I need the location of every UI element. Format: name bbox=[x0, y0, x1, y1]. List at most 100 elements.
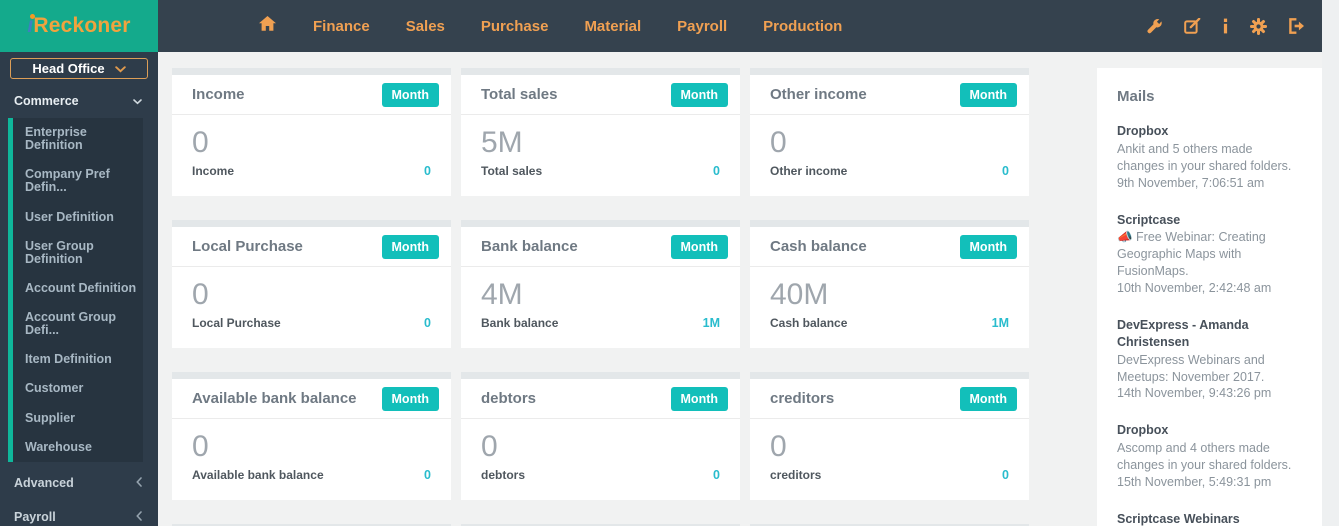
mail-list-item[interactable]: DevExpress - Amanda Christensen DevExpre… bbox=[1117, 317, 1302, 402]
brand-name: Reckoner bbox=[33, 14, 131, 37]
mail-body: Ascomp and 4 others made changes in your… bbox=[1117, 441, 1292, 472]
chevron-down-icon bbox=[114, 61, 126, 76]
nav-item-production[interactable]: Production bbox=[763, 18, 842, 35]
nav-item-material[interactable]: Material bbox=[584, 18, 641, 35]
info-icon[interactable] bbox=[1222, 18, 1229, 34]
card-label: Other income bbox=[770, 163, 848, 178]
card-title: Other income bbox=[770, 86, 867, 103]
sidebar-section-payroll[interactable]: Payroll bbox=[0, 500, 158, 526]
sidebar-item-warehouse[interactable]: Warehouse bbox=[13, 433, 143, 462]
sidebar-item-user-definition[interactable]: User Definition bbox=[13, 203, 143, 232]
main-content: Income Month 0 Income 0 Total sales Mont… bbox=[158, 52, 1339, 526]
month-button[interactable]: Month bbox=[381, 386, 439, 411]
scrollbar-track[interactable] bbox=[1322, 0, 1339, 526]
kpi-card-local-purchase: Local Purchase Month 0 Local Purchase 0 bbox=[172, 220, 451, 348]
gear-icon[interactable] bbox=[1250, 17, 1267, 35]
mail-date: 14th November, 9:43:26 pm bbox=[1117, 386, 1272, 401]
mail-list-item[interactable]: Dropbox Ankit and 5 others made changes … bbox=[1117, 123, 1302, 192]
top-bar: i Reckoner Finance Sales Purchase Materia… bbox=[0, 0, 1339, 52]
sidebar-section-label: Payroll bbox=[14, 509, 56, 524]
office-selector-label: Head Office bbox=[32, 61, 105, 76]
month-button[interactable]: Month bbox=[381, 82, 439, 107]
mail-sender: Dropbox bbox=[1117, 124, 1169, 138]
mail-sender: DevExpress - Amanda Christensen bbox=[1117, 317, 1249, 349]
card-sub-value-link[interactable]: 1M bbox=[992, 316, 1009, 330]
nav-item-finance[interactable]: Finance bbox=[313, 18, 370, 35]
kpi-card-cash-balance: Cash balance Month 40M Cash balance 1M bbox=[750, 220, 1029, 348]
sidebar-item-item-definition[interactable]: Item Definition bbox=[13, 345, 143, 374]
card-value: 0 bbox=[192, 126, 209, 159]
card-value: 0 bbox=[770, 430, 787, 463]
month-button[interactable]: Month bbox=[670, 234, 728, 259]
card-title: Local Purchase bbox=[192, 238, 303, 255]
kpi-card-available-bank-balance: Available bank balance Month 0 Available… bbox=[172, 372, 451, 500]
nav-home-button[interactable] bbox=[258, 15, 277, 37]
sidebar-item-user-group-definition[interactable]: User Group Definition bbox=[13, 232, 143, 274]
month-button[interactable]: Month bbox=[959, 234, 1017, 259]
card-title: creditors bbox=[770, 390, 835, 407]
kpi-card-bank-balance: Bank balance Month 4M Bank balance 1M bbox=[461, 220, 740, 348]
month-button[interactable]: Month bbox=[959, 82, 1017, 107]
card-sub-value-link[interactable]: 0 bbox=[713, 468, 720, 482]
card-sub-value-link[interactable]: 0 bbox=[713, 164, 720, 178]
card-title: debtors bbox=[481, 390, 537, 407]
month-button[interactable]: Month bbox=[381, 234, 439, 259]
month-button[interactable]: Month bbox=[670, 82, 728, 107]
mail-sender: Scriptcase bbox=[1117, 212, 1181, 227]
sidebar-item-enterprise-definition[interactable]: Enterprise Definition bbox=[13, 118, 143, 160]
wrench-icon[interactable] bbox=[1146, 18, 1163, 35]
sidebar-section-label: Advanced bbox=[14, 475, 74, 490]
mail-list-item[interactable]: Scriptcase Webinars bbox=[1117, 511, 1302, 526]
chevron-left-icon bbox=[136, 476, 142, 490]
mail-body: DevExpress Webinars and Meetups: Novembe… bbox=[1117, 352, 1265, 384]
nav-item-sales[interactable]: Sales bbox=[406, 18, 445, 35]
sign-out-icon[interactable] bbox=[1288, 18, 1305, 34]
card-label: Cash balance bbox=[770, 315, 848, 330]
home-icon bbox=[258, 15, 277, 37]
card-title: Bank balance bbox=[481, 238, 578, 255]
card-value: 5M bbox=[481, 126, 523, 159]
sidebar-submenu-commerce: Enterprise Definition Company Pref Defin… bbox=[8, 118, 143, 462]
card-sub-value-link[interactable]: 1M bbox=[703, 316, 720, 330]
sidebar-item-account-definition[interactable]: Account Definition bbox=[13, 274, 143, 303]
sidebar-item-account-group-definition[interactable]: Account Group Defi... bbox=[13, 303, 143, 345]
card-label: debtors bbox=[481, 467, 526, 482]
sidebar-section-advanced[interactable]: Advanced bbox=[0, 466, 158, 500]
mail-sender: Dropbox bbox=[1117, 423, 1169, 438]
kpi-card-other-income: Other income Month 0 Other income 0 bbox=[750, 68, 1029, 196]
sidebar-item-customer[interactable]: Customer bbox=[13, 374, 143, 403]
mails-panel: Mails Dropbox Ankit and 5 others made ch… bbox=[1097, 68, 1322, 526]
card-value: 0 bbox=[770, 126, 787, 159]
sidebar-item-company-pref-definition[interactable]: Company Pref Defin... bbox=[13, 160, 143, 202]
kpi-card-income: Income Month 0 Income 0 bbox=[172, 68, 451, 196]
mail-list-item[interactable]: Scriptcase 📣 Free Webinar: Creating Geog… bbox=[1117, 212, 1302, 297]
sidebar-item-supplier[interactable]: Supplier bbox=[13, 404, 143, 433]
sidebar-section-commerce[interactable]: Commerce bbox=[0, 86, 158, 116]
sidebar-section-label: Commerce bbox=[14, 94, 79, 108]
card-sub-value-link[interactable]: 0 bbox=[424, 316, 431, 330]
card-label: Bank balance bbox=[481, 315, 559, 330]
card-label: Available bank balance bbox=[192, 467, 324, 482]
nav-item-purchase[interactable]: Purchase bbox=[481, 18, 549, 35]
chevron-left-icon bbox=[136, 510, 142, 524]
kpi-card-debtors: debtors Month 0 debtors 0 bbox=[461, 372, 740, 500]
mail-sender: Scriptcase Webinars bbox=[1117, 511, 1240, 526]
main-navbar: Finance Sales Purchase Material Payroll … bbox=[158, 0, 1339, 52]
card-title: Available bank balance bbox=[192, 390, 357, 407]
app-body: Head Office Commerce Enterprise Definiti… bbox=[0, 52, 1339, 526]
card-sub-value-link[interactable]: 0 bbox=[424, 468, 431, 482]
card-sub-value-link[interactable]: 0 bbox=[1002, 164, 1009, 178]
card-label: Local Purchase bbox=[192, 315, 281, 330]
mail-list-item[interactable]: Dropbox Ascomp and 4 others made changes… bbox=[1117, 422, 1302, 491]
card-label: creditors bbox=[770, 467, 822, 482]
chevron-down-icon bbox=[133, 94, 142, 108]
card-sub-value-link[interactable]: 0 bbox=[1002, 468, 1009, 482]
month-button[interactable]: Month bbox=[959, 386, 1017, 411]
nav-item-payroll[interactable]: Payroll bbox=[677, 18, 727, 35]
card-sub-value-link[interactable]: 0 bbox=[424, 164, 431, 178]
kpi-card-grid: Income Month 0 Income 0 Total sales Mont… bbox=[172, 68, 1029, 526]
edit-icon[interactable] bbox=[1184, 18, 1201, 34]
brand-logo[interactable]: i Reckoner bbox=[0, 0, 158, 52]
office-selector[interactable]: Head Office bbox=[10, 58, 148, 79]
month-button[interactable]: Month bbox=[670, 386, 728, 411]
